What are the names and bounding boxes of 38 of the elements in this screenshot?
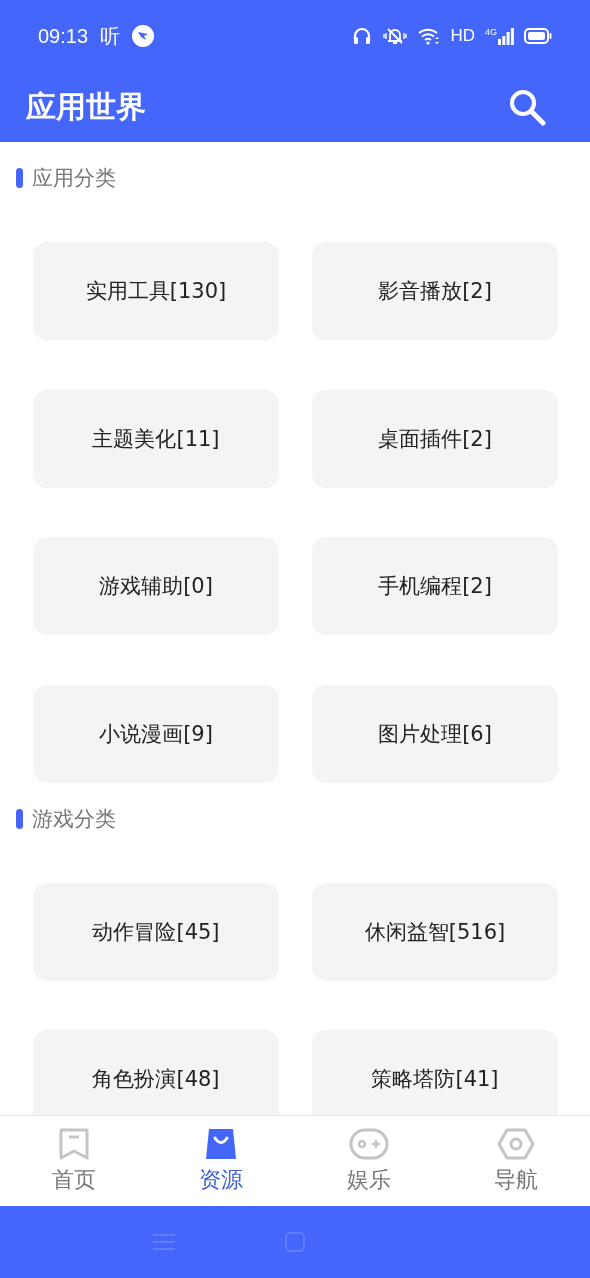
home-button-icon[interactable] [285,1232,305,1252]
nav-tab[interactable]: 导航 [442,1116,590,1206]
category-card[interactable]: 游戏辅助[0] [33,537,279,635]
battery-icon [524,28,552,44]
category-card[interactable]: 动作冒险[45] [33,882,279,981]
category-card[interactable]: 图片处理[6] [312,684,558,783]
category-card[interactable]: 影音播放[2] [312,242,558,340]
nav-tab[interactable]: 首页 [0,1116,148,1206]
section-title: 游戏分类 [32,805,116,833]
signal-icon [498,27,514,45]
section-title: 应用分类 [32,165,116,192]
section-marker [16,808,23,829]
gamepad-icon [348,1127,389,1161]
category-card[interactable]: 小说漫画[9] [33,684,279,783]
category-card[interactable]: 主题美化[11] [33,389,279,488]
bookmark-icon [57,1127,90,1161]
notification-app-icon [132,25,155,47]
network-type-label: 4G [485,27,497,37]
category-card[interactable]: 角色扮演[48] [33,1030,279,1115]
nav-tab[interactable]: 资源 [147,1116,295,1206]
category-card[interactable]: 实用工具[130] [33,242,279,340]
category-card[interactable]: 桌面插件[2] [312,389,558,488]
category-card[interactable]: 休闲益智[516] [312,882,558,981]
category-card[interactable]: 策略塔防[41] [312,1030,558,1115]
hexagon-nut-icon [497,1127,536,1161]
status-time: 09:13 [38,24,89,48]
shopping-bag-icon [204,1127,239,1161]
wifi-icon [418,27,441,45]
section-marker [16,168,23,188]
nav-tab[interactable]: 娱乐 [295,1116,443,1206]
status-app-label: 听 [100,22,121,50]
app-title: 应用世界 [26,87,147,126]
hd-indicator: HD [450,26,475,46]
category-card[interactable]: 手机编程[2] [312,537,558,635]
muted-bell-icon [382,26,409,46]
search-icon[interactable] [508,88,546,126]
headphones-icon [352,26,373,46]
menu-icon[interactable] [153,1233,175,1251]
